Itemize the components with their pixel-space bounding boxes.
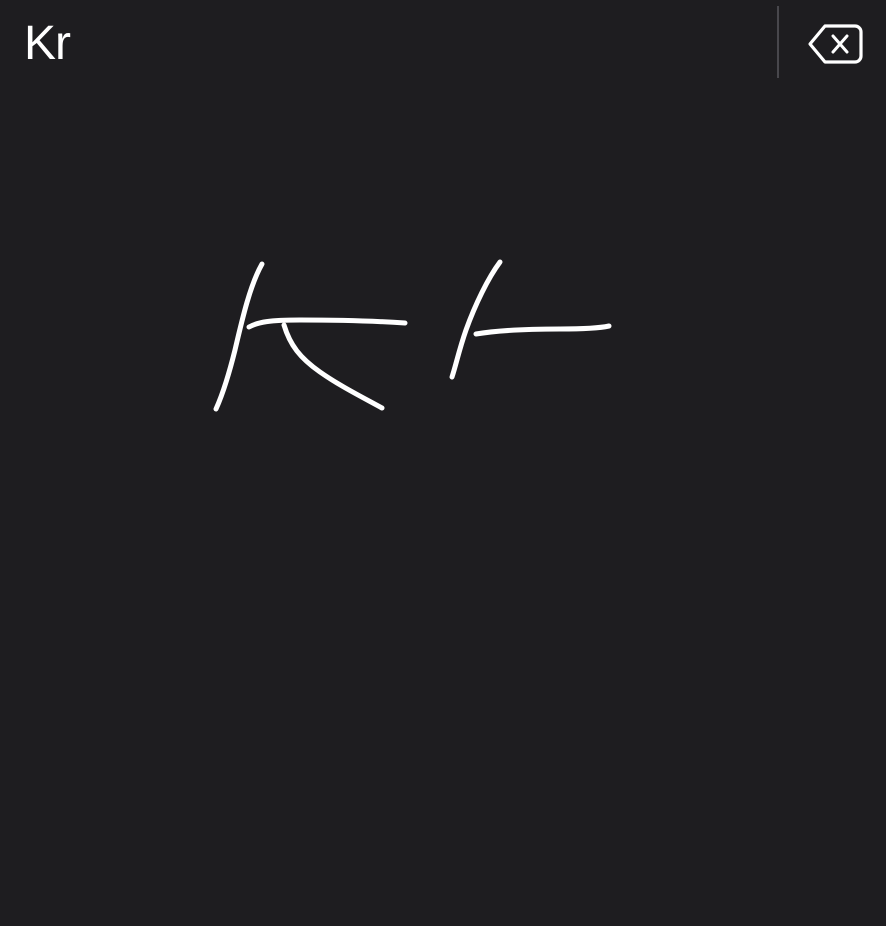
candidate-bar: Kr [0, 0, 886, 86]
ink-stroke [473, 323, 612, 337]
handwriting-canvas[interactable] [0, 86, 886, 926]
ink-stroke [281, 322, 385, 411]
handwriting-keyboard: Kr [0, 0, 886, 926]
ink-stroke [213, 261, 265, 412]
candidate-suggestion[interactable]: Kr [24, 14, 71, 74]
delete-left-icon [808, 24, 863, 64]
ink-strokes [213, 259, 612, 412]
candidate-divider [777, 6, 779, 78]
delete-button[interactable] [800, 14, 870, 74]
ink-stroke [246, 317, 408, 330]
ink-stroke [449, 259, 503, 380]
